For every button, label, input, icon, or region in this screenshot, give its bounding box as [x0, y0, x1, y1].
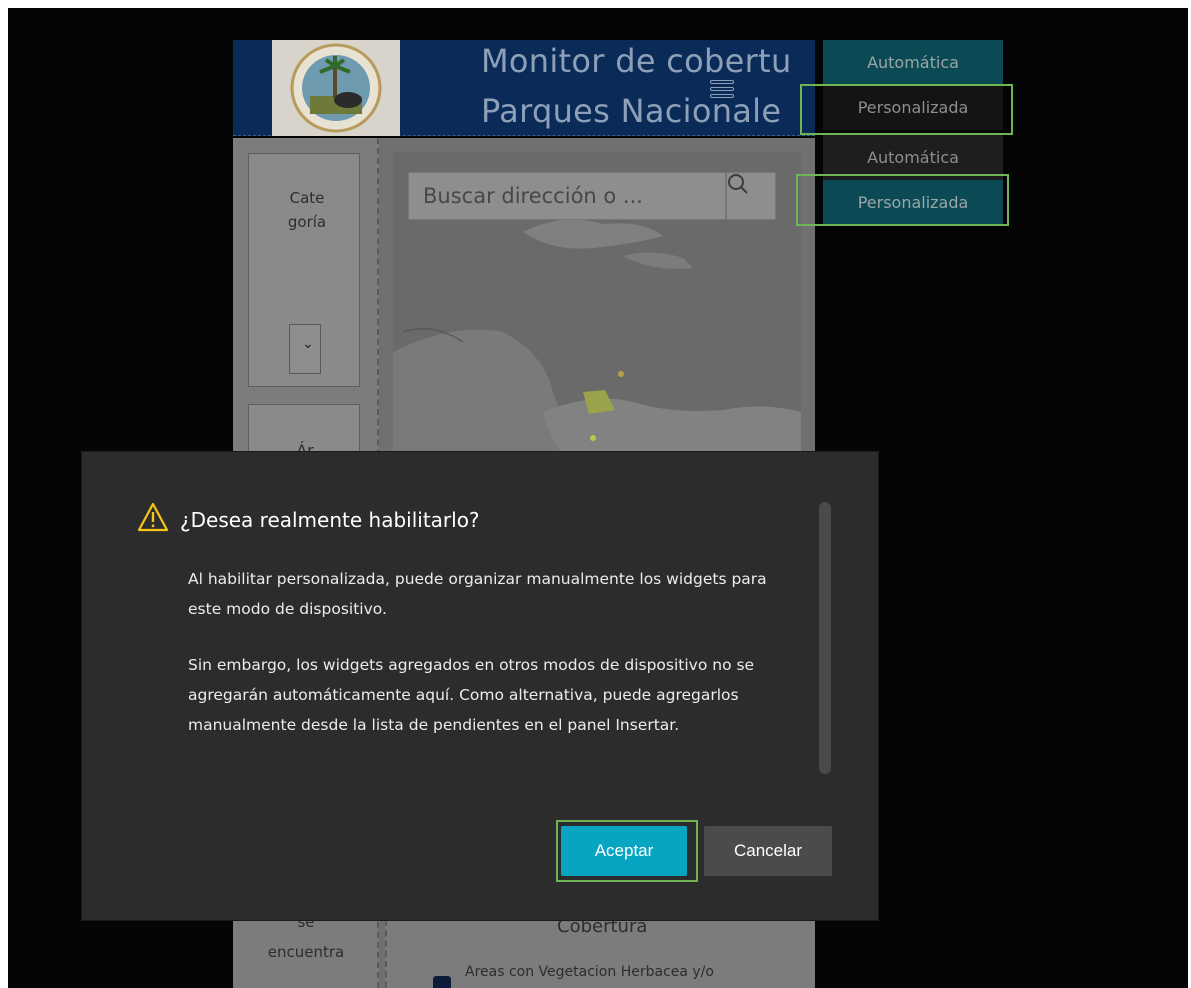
search-input[interactable]: Buscar dirección o ... [408, 172, 726, 220]
dialog-title: ¿Desea realmente habilitarlo? [180, 508, 480, 532]
dialog-paragraph: Al habilitar personalizada, puede organi… [188, 570, 767, 618]
chevron-down-icon: ⌄ [302, 336, 314, 352]
menu-icon[interactable] [710, 80, 734, 102]
confirm-dialog: ¿Desea realmente habilitarlo? Al habilit… [81, 451, 879, 921]
app-title-line-1: Monitor de cobertu [481, 42, 792, 80]
sidebar-text: encuentra [267, 943, 345, 961]
cancel-button[interactable]: Cancelar [704, 826, 832, 876]
mode-custom-option[interactable]: Personalizada [823, 85, 1003, 130]
warning-triangle-icon [137, 502, 169, 532]
search-button[interactable] [726, 172, 776, 220]
dialog-paragraph: Sin embargo, los widgets agregados en ot… [188, 656, 755, 734]
category-label: Categoría [287, 189, 327, 231]
editor-canvas: Monitor de cobertu Parques Nacionale Cat… [8, 8, 1188, 988]
legend-swatch [433, 976, 451, 988]
mode-automatic-option[interactable]: Automática [823, 135, 1003, 180]
dialog-scrollbar[interactable] [819, 502, 831, 774]
layout-mode-menu: Automática Personalizada Automática Pers… [823, 40, 1003, 230]
map-view[interactable]: Buscar dirección o ... [393, 152, 801, 472]
accept-button[interactable]: Aceptar [561, 826, 687, 876]
search-icon [728, 174, 748, 194]
park-seal-icon [290, 43, 382, 133]
mode-automatic-option[interactable]: Automática [823, 40, 1003, 85]
legend-item-label: Areas con Vegetacion Herbacea y/o [465, 964, 714, 980]
category-filter-card: Categoría ⌄ [248, 153, 360, 387]
app-header: Monitor de cobertu Parques Nacionale [233, 40, 815, 136]
mode-custom-option[interactable]: Personalizada [823, 180, 1003, 225]
app-title-line-2: Parques Nacionale [481, 92, 782, 130]
park-logo [272, 40, 400, 136]
